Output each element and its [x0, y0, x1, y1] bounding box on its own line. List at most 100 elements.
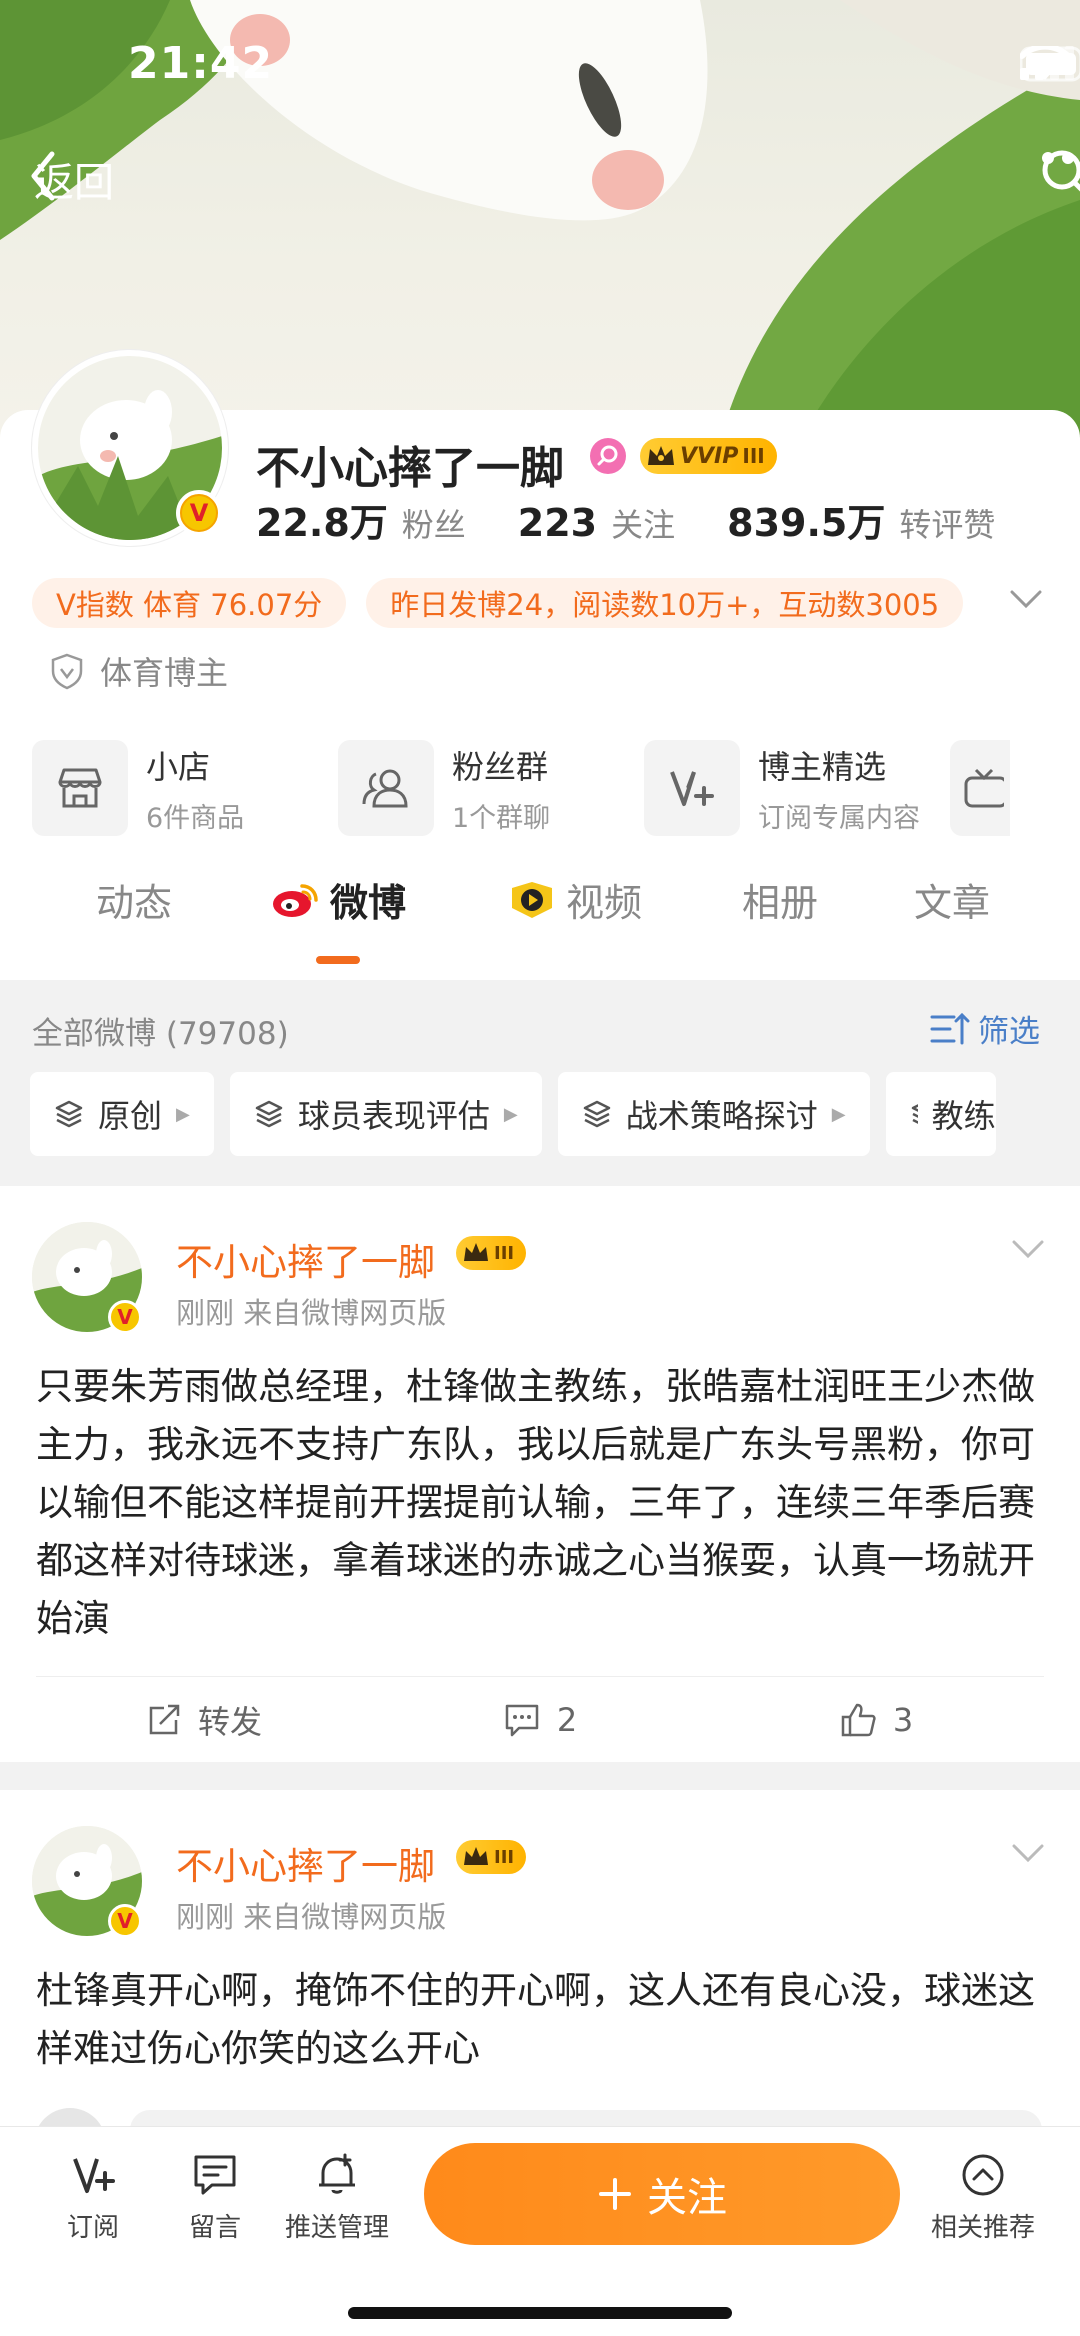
message-icon — [194, 2155, 236, 2195]
tab-weibo-label: 微博 — [330, 881, 407, 925]
post-menu-chevron-icon[interactable] — [1010, 1238, 1046, 1262]
tag-player-eval-label: 球员表现评估 — [297, 1097, 490, 1135]
v-plus-icon — [73, 2158, 115, 2193]
tag-player-eval[interactable]: 球员表现评估 ▶ — [229, 1072, 542, 1156]
layers-icon — [911, 1104, 918, 1124]
bell-icon — [319, 2153, 355, 2194]
follow-button[interactable]: 关注 — [424, 2143, 900, 2245]
stat-following-label: 关注 — [611, 506, 676, 544]
service-featured-title: 博主精选 — [758, 747, 887, 786]
service-featured-subtitle: 订阅专属内容 — [758, 802, 920, 834]
expand-chevron-icon[interactable] — [1008, 588, 1044, 612]
comment-count: 2 — [556, 1700, 578, 1739]
tag-tactics-label: 战术策略探讨 — [625, 1097, 818, 1135]
subscribe-button[interactable]: 订阅 — [38, 2153, 148, 2244]
tab-weibo[interactable]: 微博 — [270, 872, 406, 927]
push-settings-label: 推送管理 — [284, 2213, 389, 2243]
tab-video-label: 视频 — [566, 881, 643, 925]
post-author[interactable]: 不小心摔了一脚 — [176, 1836, 435, 1890]
layers-icon — [55, 1100, 83, 1128]
fans-group-icon — [338, 740, 434, 836]
tab-article-label: 文章 — [914, 881, 991, 925]
post-verified-badge: V — [108, 1300, 142, 1334]
repost-label: 转发 — [197, 1702, 262, 1741]
layers-icon — [583, 1100, 610, 1128]
crown-icon — [464, 1243, 488, 1261]
like-count: 3 — [892, 1700, 914, 1739]
post-meta: 刚刚 来自微博网页版 — [176, 1900, 447, 1934]
stat-fans-value: 22.8万 — [256, 501, 388, 545]
crown-badge: III — [456, 1840, 527, 1874]
crown-level: III — [494, 1242, 515, 1264]
post-verified-badge: V — [108, 1904, 142, 1938]
stat-following[interactable]: 223 关注 — [518, 500, 675, 546]
tab-article[interactable]: 文章 — [914, 872, 990, 927]
caret-right-icon: ▶ — [831, 1103, 846, 1125]
comment-icon — [505, 1704, 539, 1736]
back-button[interactable]: 返回 — [28, 150, 114, 208]
post-author[interactable]: 不小心摔了一脚 — [176, 1232, 435, 1286]
stat-fans-label: 粉丝 — [401, 506, 466, 544]
crown-icon — [648, 446, 674, 465]
message-button[interactable]: 留言 — [160, 2153, 270, 2244]
like-button[interactable]: 3 — [708, 1677, 1044, 1762]
daily-stats-chip[interactable]: 昨日发博24，阅读数10万+，互动数3005 — [366, 578, 964, 628]
content-tabs: 动态 微博 视频 相册 文章 — [0, 872, 1080, 972]
post-card[interactable]: V 不小心摔了一脚 III 刚刚 来自微博网页版 杜锋真开心啊，掩饰不住的开心啊… — [0, 1790, 1080, 2130]
post-actions: 转发 2 3 — [36, 1676, 1044, 1762]
status-time: 21:42 — [128, 38, 274, 89]
tab-dynamic[interactable]: 动态 — [96, 872, 172, 927]
status-bar: 21:42 — [0, 0, 1080, 130]
chevron-left-icon — [31, 151, 55, 201]
related-recommend-label: 相关推荐 — [930, 2213, 1035, 2243]
caret-right-icon: ▶ — [176, 1103, 190, 1125]
post-card[interactable]: V 不小心摔了一脚 III 刚刚 来自微博网页版 只要朱芳雨做总经理，杜锋做主教… — [0, 1186, 1080, 1762]
related-recommend-button[interactable]: 相关推荐 — [918, 2153, 1048, 2244]
tab-video[interactable]: 视频 — [508, 872, 642, 927]
vvip-badge[interactable]: VVIP III — [640, 438, 777, 474]
stat-following-value: 223 — [517, 501, 598, 545]
more-icon[interactable] — [1040, 148, 1080, 168]
stat-interactions-label: 转评赞 — [899, 506, 996, 544]
crown-badge: III — [456, 1236, 527, 1270]
service-video-peek[interactable] — [950, 738, 1070, 838]
crown-icon — [464, 1847, 488, 1865]
profile-card: V 不小心摔了一脚 VVIP III 22.8万 粉丝 223 关注 839.5万转… — [0, 350, 1080, 980]
verified-badge: V — [176, 490, 222, 536]
v-index-chip[interactable]: V指数 体育 76.07分 — [32, 578, 347, 628]
repost-icon — [149, 1704, 180, 1734]
filter-bar: 全部微博 (79708) 筛选 原创 ▶ 球员表现评估 ▶ 战术策略探讨 ▶ 教练 — [0, 980, 1080, 1180]
all-weibo-count: 全部微博 (79708) — [32, 1016, 289, 1052]
tag-tactics[interactable]: 战术策略探讨 ▶ — [557, 1072, 870, 1156]
tag-coach[interactable]: 教练 — [885, 1072, 996, 1156]
profile-badges: VVIP III — [588, 436, 777, 476]
stat-interactions-value: 839.5万 — [727, 501, 886, 545]
verified-v-mark: V — [182, 496, 216, 530]
v-plus-icon — [644, 740, 740, 836]
comment-button[interactable]: 2 — [372, 1677, 708, 1762]
service-featured[interactable]: 博主精选订阅专属内容 — [644, 738, 950, 838]
services-row: 小店 6件商品 粉丝群 1个群聊 博主精选订阅专属内容 — [32, 738, 1080, 838]
verified-label: 体育博主 — [100, 654, 229, 692]
filter-button[interactable]: 筛选 — [930, 1006, 1040, 1051]
service-fans-group[interactable]: 粉丝群 1个群聊 — [338, 738, 644, 838]
tag-coach-label: 教练 — [931, 1097, 996, 1135]
battery-icon — [1020, 46, 1080, 82]
post-menu-chevron-icon[interactable] — [1010, 1842, 1046, 1866]
active-tab-indicator — [316, 956, 360, 964]
pink-search-badge-icon[interactable] — [588, 436, 628, 476]
repost-button[interactable]: 转发 — [36, 1677, 372, 1762]
filter-label: 筛选 — [978, 1014, 1040, 1050]
service-shop-title: 小店 — [146, 747, 211, 786]
crown-level: III — [494, 1846, 515, 1868]
push-settings-button[interactable]: 推送管理 — [282, 2153, 392, 2244]
stat-interactions[interactable]: 839.5万 转评赞 — [727, 492, 995, 547]
service-shop[interactable]: 小店 6件商品 — [32, 738, 338, 838]
stat-fans[interactable]: 22.8万 粉丝 — [256, 492, 466, 547]
tag-original-label: 原创 — [98, 1097, 163, 1135]
tag-original[interactable]: 原创 ▶ — [30, 1072, 214, 1156]
shield-icon — [51, 653, 83, 690]
profile-name: 不小心摔了一脚 — [256, 443, 564, 494]
tab-album[interactable]: 相册 — [742, 872, 818, 927]
service-fans-group-subtitle: 1个群聊 — [452, 802, 551, 834]
